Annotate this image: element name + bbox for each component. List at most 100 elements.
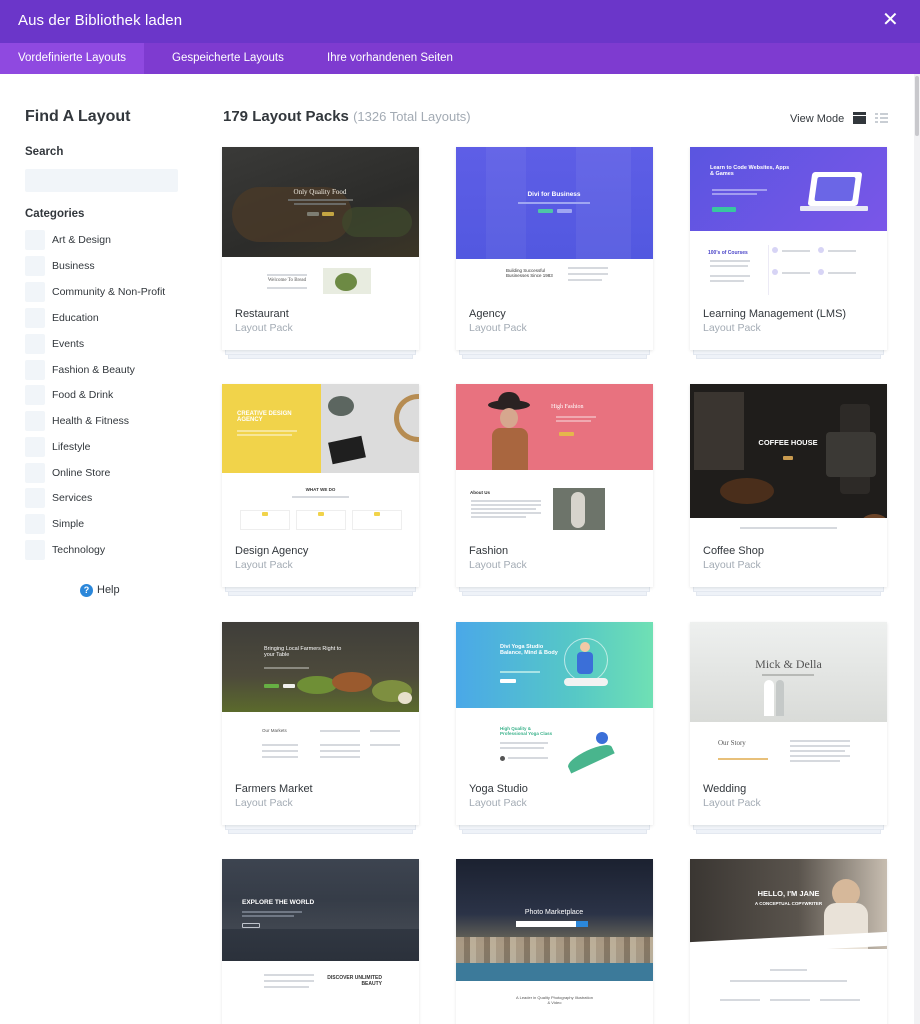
category-checkbox[interactable] xyxy=(25,282,45,302)
category-label: Simple xyxy=(52,518,85,530)
category-label: Fashion & Beauty xyxy=(52,364,135,376)
thumb-hero-title: Learn to Code Websites, Apps & Games xyxy=(710,165,790,177)
layout-card-fashion[interactable]: High Fashion About Us Fashion Layout Pac… xyxy=(456,384,653,596)
category-label: Education xyxy=(52,312,99,324)
category-lifestyle[interactable]: Lifestyle xyxy=(25,437,190,457)
list-view-icon[interactable] xyxy=(875,112,888,124)
category-online-store[interactable]: Online Store xyxy=(25,463,190,483)
category-checkbox[interactable] xyxy=(25,230,45,250)
category-events[interactable]: Events xyxy=(25,334,190,354)
category-health-fitness[interactable]: Health & Fitness xyxy=(25,411,190,431)
thumb-hero-title: Bringing Local Farmers Right to your Tab… xyxy=(264,646,342,658)
layout-card-yoga-studio[interactable]: Divi Yoga Studio Balance, Mind & Body Hi… xyxy=(456,622,653,834)
layout-card-copywriter[interactable]: HELLO, I'M JANE A CONCEPTUAL COPYWRITER xyxy=(690,859,887,1024)
tab-gespeicherte-layouts[interactable]: Gespeicherte Layouts xyxy=(154,43,302,74)
category-checkbox[interactable] xyxy=(25,334,45,354)
category-simple[interactable]: Simple xyxy=(25,514,190,534)
layout-thumbnail: Learn to Code Websites, Apps & Games 100… xyxy=(690,147,887,300)
layout-type: Layout Pack xyxy=(703,797,761,809)
thumb-hero-title: High Fashion xyxy=(551,404,584,410)
category-education[interactable]: Education xyxy=(25,308,190,328)
layout-thumbnail: HELLO, I'M JANE A CONCEPTUAL COPYWRITER xyxy=(690,859,887,1012)
category-services[interactable]: Services xyxy=(25,488,190,508)
category-checkbox[interactable] xyxy=(25,256,45,276)
category-food-drink[interactable]: Food & Drink xyxy=(25,385,190,405)
layout-card-farmers-market[interactable]: Bringing Local Farmers Right to your Tab… xyxy=(222,622,419,834)
category-technology[interactable]: Technology xyxy=(25,540,190,560)
category-community-non-profit[interactable]: Community & Non-Profit xyxy=(25,282,190,302)
thumb-hero-title: Photo Marketplace xyxy=(524,909,584,916)
thumb-hero-title: COFFEE HOUSE xyxy=(758,438,818,447)
category-label: Business xyxy=(52,260,95,272)
category-art-design[interactable]: Art & Design xyxy=(25,230,190,250)
search-input[interactable] xyxy=(25,169,178,192)
category-checkbox[interactable] xyxy=(25,437,45,457)
thumb-body-text: DISCOVER UNLIMITED BEAUTY xyxy=(327,975,382,987)
category-checkbox[interactable] xyxy=(25,385,45,405)
category-label: Food & Drink xyxy=(52,389,114,401)
help-label: Help xyxy=(97,584,120,596)
close-icon[interactable]: ✕ xyxy=(882,10,899,30)
layout-card-wedding[interactable]: Mick & Della Our Story Wedding Layout Pa… xyxy=(690,622,887,834)
layout-card-agency[interactable]: Divi for Business Building Successful Bu… xyxy=(456,147,653,359)
thumb-hero-title: HELLO, I'M JANE xyxy=(757,889,820,898)
thumb-body-text: Our Story xyxy=(718,739,746,747)
layout-card-design-agency[interactable]: CREATIVE DESIGN AGENCY WHAT WE DO Design… xyxy=(222,384,419,596)
view-mode-label: View Mode xyxy=(790,113,845,125)
thumb-hero-title: Divi Yoga Studio Balance, Mind & Body xyxy=(500,644,558,656)
grid-view-icon[interactable] xyxy=(853,112,866,124)
layout-thumbnail: CREATIVE DESIGN AGENCY WHAT WE DO xyxy=(222,384,419,537)
modal-titlebar: Aus der Bibliothek laden ✕ xyxy=(0,0,920,43)
layout-thumbnail: Photo Marketplace A Leader in Quality Ph… xyxy=(456,859,653,1012)
layout-type: Layout Pack xyxy=(703,559,761,571)
layout-type: Layout Pack xyxy=(469,559,527,571)
search-label: Search xyxy=(25,146,64,158)
category-label: Events xyxy=(52,338,85,350)
thumb-body-text: WHAT WE DO xyxy=(305,487,336,492)
layout-name: Learning Management (LMS) xyxy=(703,308,847,320)
scrollbar-thumb[interactable] xyxy=(915,76,919,136)
category-checkbox[interactable] xyxy=(25,488,45,508)
layout-name: Coffee Shop xyxy=(703,545,764,557)
category-label: Health & Fitness xyxy=(52,415,130,427)
help-icon: ? xyxy=(80,584,93,597)
layout-thumbnail: Bringing Local Farmers Right to your Tab… xyxy=(222,622,419,775)
layout-thumbnail: Divi for Business Building Successful Bu… xyxy=(456,147,653,300)
category-label: Services xyxy=(52,492,93,504)
category-label: Community & Non-Profit xyxy=(52,286,166,298)
layout-card-travel[interactable]: EXPLORE THE WORLD DISCOVER UNLIMITED BEA… xyxy=(222,859,419,1024)
layout-thumbnail: EXPLORE THE WORLD DISCOVER UNLIMITED BEA… xyxy=(222,859,419,1012)
category-label: Technology xyxy=(52,544,106,556)
total-layouts-count: (1326 Total Layouts) xyxy=(353,109,471,124)
layout-card-lms[interactable]: Learn to Code Websites, Apps & Games 100… xyxy=(690,147,887,359)
layout-type: Layout Pack xyxy=(235,322,293,334)
scrollbar-track[interactable] xyxy=(914,74,920,1024)
category-checkbox[interactable] xyxy=(25,463,45,483)
category-fashion-beauty[interactable]: Fashion & Beauty xyxy=(25,360,190,380)
tab-vordefinierte-layouts[interactable]: Vordefinierte Layouts xyxy=(0,43,145,74)
category-checkbox[interactable] xyxy=(25,411,45,431)
layout-card-coffee-shop[interactable]: COFFEE HOUSE Coffee Shop Layout Pack xyxy=(690,384,887,596)
layout-pack-count: 179 Layout Packs xyxy=(223,108,349,125)
layout-name: Fashion xyxy=(469,545,509,557)
thumb-body-text: A Leader in Quality Photography Illustra… xyxy=(516,995,593,1005)
layout-type: Layout Pack xyxy=(235,559,293,571)
category-business[interactable]: Business xyxy=(25,256,190,276)
layout-thumbnail: COFFEE HOUSE xyxy=(690,384,887,537)
layout-count-heading: 179 Layout Packs (1326 Total Layouts) xyxy=(223,108,471,125)
layout-card-photo-marketplace[interactable]: Photo Marketplace A Leader in Quality Ph… xyxy=(456,859,653,1024)
layout-thumbnail: Divi Yoga Studio Balance, Mind & Body Hi… xyxy=(456,622,653,775)
thumb-body-text: 100's of Courses xyxy=(708,250,748,256)
layout-card-restaurant[interactable]: Only Quality Food Welcome To Bread Resta… xyxy=(222,147,419,359)
thumb-body-text: High Quality & Professional Yoga Class xyxy=(500,726,553,736)
category-checkbox[interactable] xyxy=(25,360,45,380)
layout-thumbnail: High Fashion About Us xyxy=(456,384,653,537)
layout-name: Yoga Studio xyxy=(469,783,528,795)
category-checkbox[interactable] xyxy=(25,514,45,534)
layout-type: Layout Pack xyxy=(703,322,761,334)
category-checkbox[interactable] xyxy=(25,308,45,328)
tab-vorhandene-seiten[interactable]: Ihre vorhandenen Seiten xyxy=(309,43,471,74)
layout-type: Layout Pack xyxy=(235,797,293,809)
category-label: Online Store xyxy=(52,467,111,479)
category-checkbox[interactable] xyxy=(25,540,45,560)
